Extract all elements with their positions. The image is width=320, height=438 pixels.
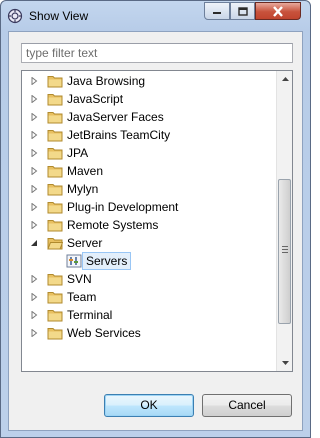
folder-icon — [47, 290, 63, 304]
tree-item[interactable]: Java Browsing — [22, 72, 277, 90]
show-view-dialog: Show View Java Browsing JavaScript JavaSer… — [0, 0, 311, 438]
dialog-content: Java Browsing JavaScript JavaServer Faces J… — [8, 31, 303, 431]
tree-item-label: JetBrains TeamCity — [67, 128, 171, 142]
maximize-icon — [237, 6, 248, 16]
tree-item-label: Web Services — [67, 326, 141, 340]
tree-item-label: Maven — [67, 164, 104, 178]
expand-arrow-icon[interactable] — [29, 108, 39, 126]
folder-icon — [47, 74, 63, 88]
cancel-button[interactable]: Cancel — [202, 394, 292, 417]
tree-item-label: Plug-in Development — [67, 200, 179, 214]
expand-arrow-icon[interactable] — [29, 72, 39, 90]
minimize-icon — [213, 12, 221, 14]
scroll-down-button[interactable] — [277, 355, 292, 371]
tree-item-label: JavaServer Faces — [67, 110, 164, 124]
tree-item-label: Java Browsing — [67, 74, 146, 88]
expand-arrow-icon[interactable] — [29, 90, 39, 108]
folder-icon — [47, 92, 63, 106]
folder-icon — [47, 164, 63, 178]
expand-arrow-icon[interactable] — [29, 270, 39, 288]
folder-open-icon — [47, 236, 64, 250]
tree-item[interactable]: Servers — [22, 252, 277, 270]
scroll-up-icon — [281, 77, 289, 81]
folder-icon — [47, 218, 63, 232]
folder-icon — [47, 200, 63, 214]
expand-arrow-icon[interactable] — [29, 126, 39, 144]
title-bar[interactable]: Show View — [1, 1, 310, 30]
tree-item[interactable]: Maven — [22, 162, 277, 180]
maximize-button[interactable] — [230, 2, 255, 20]
filter-input[interactable] — [21, 43, 293, 63]
tree-rows: Java Browsing JavaScript JavaServer Faces J… — [22, 72, 277, 342]
scroll-down-icon — [281, 361, 289, 365]
tree-item-label: SVN — [67, 272, 92, 286]
tree-item[interactable]: JavaServer Faces — [22, 108, 277, 126]
tree-item[interactable]: Mylyn — [22, 180, 277, 198]
expand-arrow-icon[interactable] — [29, 198, 39, 216]
ok-button[interactable]: OK — [104, 394, 194, 417]
tree-item-label: Terminal — [67, 308, 113, 322]
tree-item-label: JPA — [67, 146, 89, 160]
tree-item-label: JavaScript — [67, 92, 124, 106]
expand-arrow-icon[interactable] — [29, 288, 39, 306]
folder-icon — [47, 326, 63, 340]
vertical-scrollbar[interactable] — [276, 71, 292, 371]
tree-item[interactable]: Remote Systems — [22, 216, 277, 234]
tree-item[interactable]: Web Services — [22, 324, 277, 342]
tree-item[interactable]: JPA — [22, 144, 277, 162]
folder-icon — [47, 146, 63, 160]
tree-item[interactable]: SVN — [22, 270, 277, 288]
tree-item-label: Remote Systems — [67, 218, 159, 232]
window-title: Show View — [29, 9, 89, 23]
servers-view-icon — [66, 254, 82, 268]
tree-item[interactable]: Plug-in Development — [22, 198, 277, 216]
tree-item[interactable]: JetBrains TeamCity — [22, 126, 277, 144]
expand-arrow-icon[interactable] — [29, 216, 39, 234]
expand-arrow-icon[interactable] — [29, 306, 39, 324]
folder-icon — [47, 110, 63, 124]
expand-arrow-icon[interactable] — [29, 162, 39, 180]
tree-item[interactable]: JavaScript — [22, 90, 277, 108]
tree-item[interactable]: Terminal — [22, 306, 277, 324]
minimize-button[interactable] — [204, 2, 230, 20]
close-button[interactable] — [255, 2, 301, 20]
tree-item[interactable]: Server — [22, 234, 277, 252]
expand-arrow-icon[interactable] — [29, 324, 39, 342]
scroll-up-button[interactable] — [277, 71, 292, 87]
folder-icon — [47, 272, 63, 286]
tree-item[interactable]: Team — [22, 288, 277, 306]
expand-arrow-icon[interactable] — [29, 180, 39, 198]
tree-item-label: Mylyn — [67, 182, 99, 196]
tree-item-label: Server — [67, 236, 103, 250]
eclipse-app-icon — [7, 8, 23, 24]
tree-item-label: Servers — [81, 252, 132, 270]
close-icon — [273, 5, 283, 17]
expand-arrow-icon[interactable] — [29, 144, 39, 162]
scroll-thumb[interactable] — [278, 179, 291, 324]
scroll-grip-icon — [282, 246, 288, 255]
folder-icon — [47, 182, 63, 196]
tree-item-label: Team — [67, 290, 97, 304]
views-tree[interactable]: Java Browsing JavaScript JavaServer Faces J… — [21, 70, 293, 372]
folder-icon — [47, 128, 63, 142]
collapse-arrow-icon[interactable] — [29, 234, 39, 252]
folder-icon — [47, 308, 63, 322]
